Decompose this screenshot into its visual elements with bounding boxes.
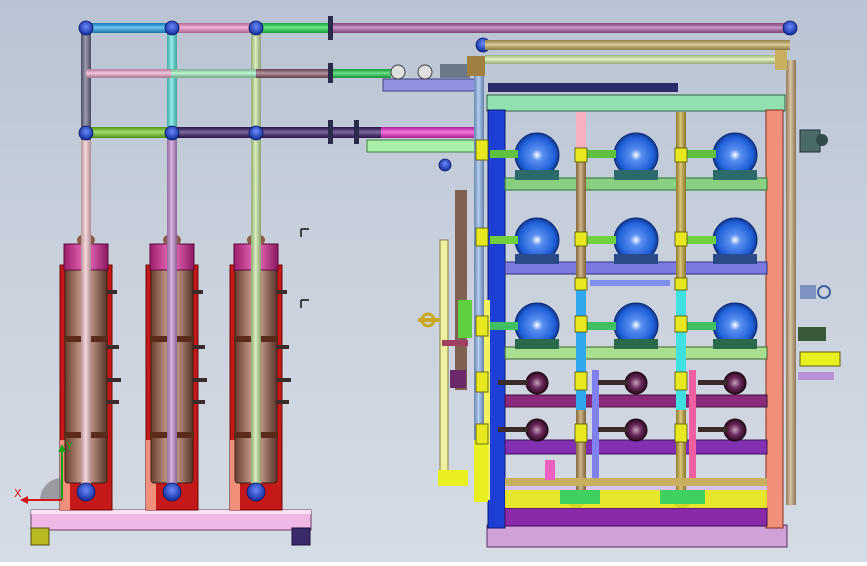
- rack-right-instruments[interactable]: [798, 129, 841, 380]
- vessel-skid-base: [30, 509, 312, 546]
- cad-viewport[interactable]: X Y: [0, 0, 867, 562]
- pump-row-2[interactable]: [514, 217, 758, 264]
- pump-row-3[interactable]: [514, 302, 758, 349]
- triad-y-label: Y: [65, 440, 73, 453]
- triad-x-label: X: [14, 487, 22, 500]
- header-flanges: [328, 16, 359, 144]
- sketch-corner-markers: [300, 228, 309, 308]
- piping-assembly-drawing: X Y: [14, 16, 841, 548]
- pump-row-1[interactable]: [514, 132, 758, 180]
- transfer-fittings: [390, 56, 485, 80]
- rack-left-instruments[interactable]: [418, 190, 472, 486]
